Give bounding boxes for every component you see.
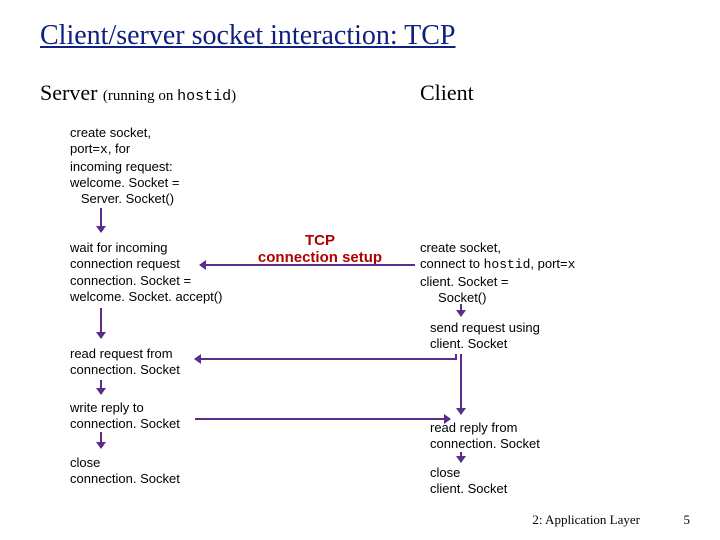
server-heading-text: Server	[40, 80, 97, 105]
c1l2b: hostid	[484, 257, 531, 272]
b1l1: create socket,	[70, 125, 179, 141]
b1l2c: , for	[108, 141, 130, 156]
client-box-create: create socket, connect to hostid, port=x…	[420, 240, 575, 306]
arrow-send-request	[195, 358, 455, 360]
server-box-read: read request from connection. Socket	[70, 346, 180, 379]
c1l3: client. Socket =	[420, 274, 575, 290]
c2l2: client. Socket	[430, 336, 540, 352]
b2l4: welcome. Socket. accept()	[70, 289, 222, 305]
c1l2d: x	[568, 257, 576, 272]
client-box-close: close client. Socket	[430, 465, 507, 498]
client-box-read: read reply from connection. Socket	[430, 420, 540, 453]
server-sub: (running on hostid)	[103, 88, 236, 104]
server-heading: Server (running on hostid)	[40, 80, 236, 106]
c1l2a: connect to	[420, 256, 484, 271]
server-hostid: hostid	[177, 88, 231, 105]
arrow-client-2	[460, 354, 462, 414]
arrow-server-2	[100, 308, 102, 338]
arrow-send-branch	[455, 354, 457, 360]
footer-text: 2: Application Layer	[532, 512, 640, 528]
arrow-server-3	[100, 380, 102, 394]
server-box-close: close connection. Socket	[70, 455, 180, 488]
tcpl1: TCP	[250, 232, 390, 249]
c1l1: create socket,	[420, 240, 575, 256]
b5l2: connection. Socket	[70, 471, 180, 487]
client-heading: Client	[420, 80, 474, 106]
arrow-tcp-setup	[200, 264, 415, 266]
b2l3: connection. Socket =	[70, 273, 222, 289]
b5l1: close	[70, 455, 180, 471]
b3l2: connection. Socket	[70, 362, 180, 378]
c1l4: Socket()	[420, 290, 575, 306]
b1l4: welcome. Socket =	[70, 175, 179, 191]
server-box-write: write reply to connection. Socket	[70, 400, 180, 433]
c2l1: send request using	[430, 320, 540, 336]
b4l2: connection. Socket	[70, 416, 180, 432]
client-box-send: send request using client. Socket	[430, 320, 540, 353]
arrow-client-1	[460, 304, 462, 316]
b1l2b: x	[100, 142, 108, 157]
arrow-server-4	[100, 432, 102, 448]
c4l1: close	[430, 465, 507, 481]
b1l3: incoming request:	[70, 159, 179, 175]
b3l1: read request from	[70, 346, 180, 362]
b1l2: port=x, for	[70, 141, 179, 158]
arrow-write-reply	[195, 418, 450, 420]
page-title: Client/server socket interaction: TCP	[40, 20, 456, 52]
c4l2: client. Socket	[430, 481, 507, 497]
server-box-wait: wait for incoming connection request con…	[70, 240, 222, 305]
b1l5: Server. Socket()	[70, 191, 179, 207]
arrow-server-1	[100, 208, 102, 232]
arrow-client-3	[460, 452, 462, 462]
server-box-create: create socket, port=x, for incoming requ…	[70, 125, 179, 207]
c1l2: connect to hostid, port=x	[420, 256, 575, 273]
c3l2: connection. Socket	[430, 436, 540, 452]
b1l2a: port=	[70, 141, 100, 156]
c1l2c: , port=	[530, 256, 567, 271]
server-sub-end: )	[231, 88, 236, 104]
b2l1: wait for incoming	[70, 240, 222, 256]
b4l1: write reply to	[70, 400, 180, 416]
page-number: 5	[684, 512, 691, 528]
tcp-label: TCP connection setup	[250, 232, 390, 266]
server-sub-pre: (running on	[103, 88, 177, 104]
